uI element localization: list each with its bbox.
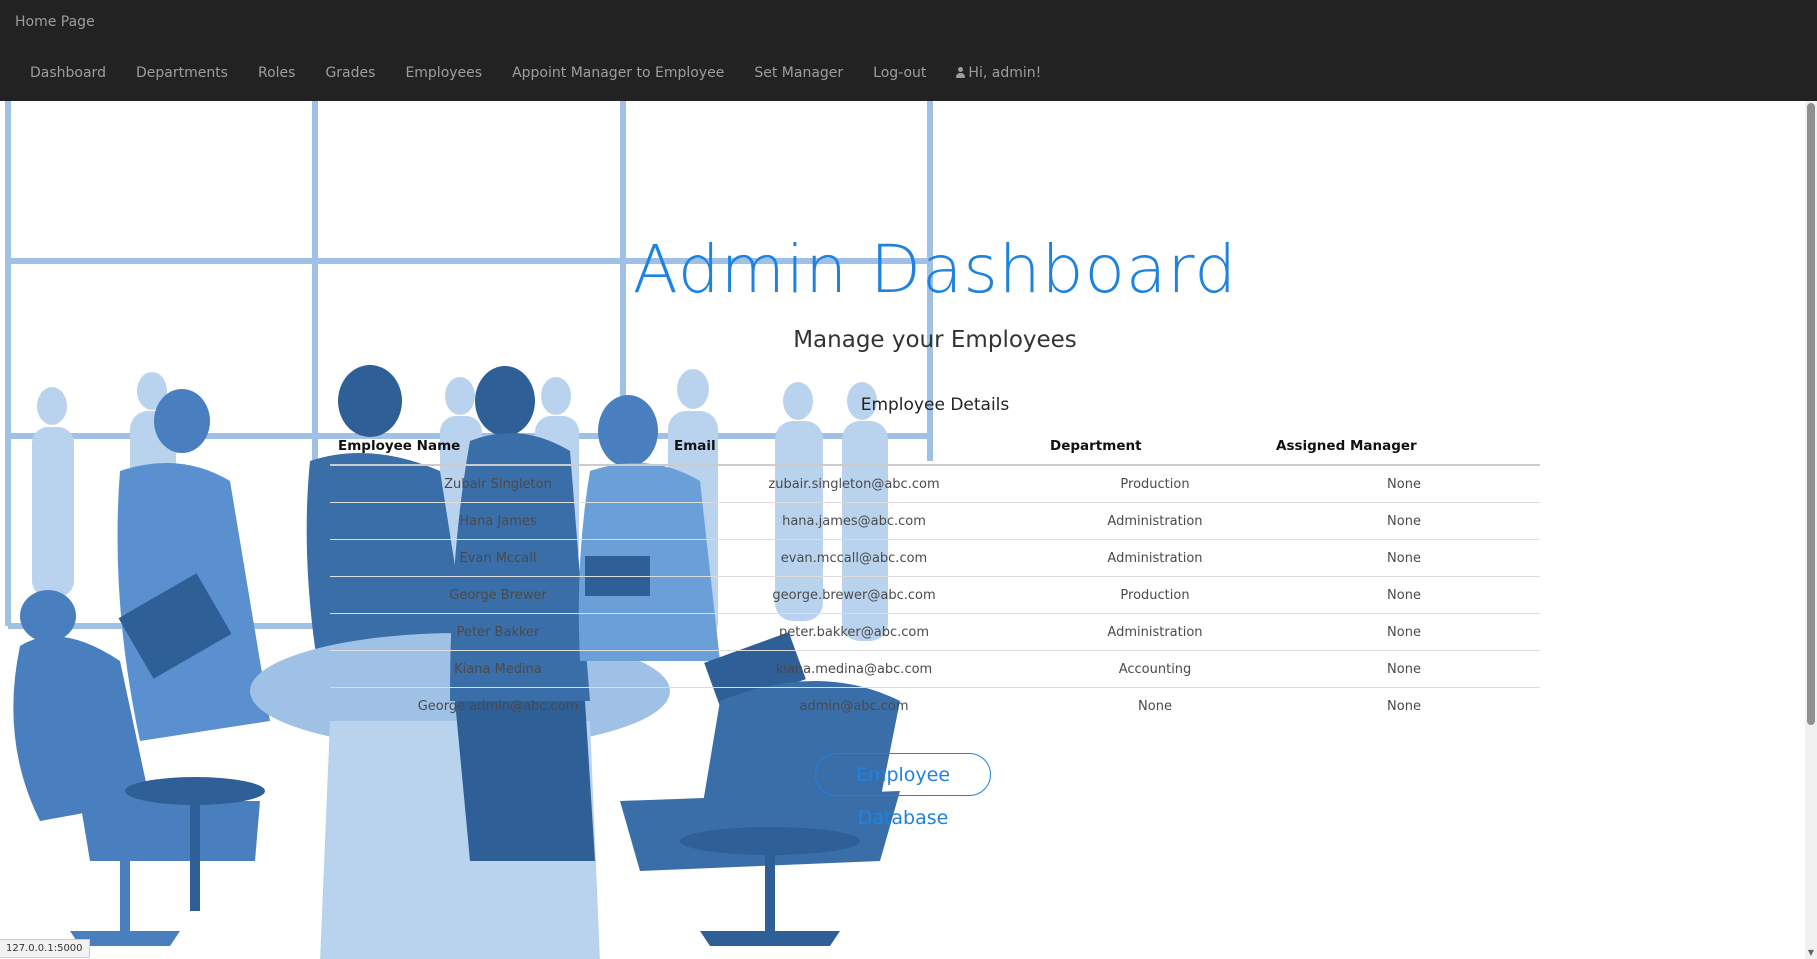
nav-user-greeting[interactable]: Hi, admin!	[941, 62, 1056, 84]
employee-table: Employee Name Email Department Assigned …	[330, 428, 1540, 724]
cell-name: Peter Bakker	[330, 613, 666, 651]
nav-employees[interactable]: Employees	[390, 62, 497, 84]
col-employee-name: Employee Name	[330, 428, 666, 466]
cell-manager: None	[1268, 613, 1540, 651]
nav-set-manager[interactable]: Set Manager	[739, 62, 858, 84]
cell-manager: None	[1268, 687, 1540, 724]
table-row: Peter Bakker peter.bakker@abc.com Admini…	[330, 613, 1540, 651]
scrollbar-thumb[interactable]	[1807, 103, 1815, 725]
navbar-brand[interactable]: Home Page	[15, 14, 95, 30]
table-row: Hana James hana.james@abc.com Administra…	[330, 502, 1540, 540]
nav-departments[interactable]: Departments	[121, 62, 243, 84]
user-icon	[956, 67, 966, 78]
cell-name: Kiana Medina	[330, 650, 666, 688]
col-department: Department	[1042, 428, 1268, 466]
nav-grades[interactable]: Grades	[310, 62, 390, 84]
navbar: Home Page Dashboard Departments Roles Gr…	[0, 0, 1817, 101]
cell-manager: None	[1268, 502, 1540, 540]
cell-manager: None	[1268, 539, 1540, 577]
cell-name: George admin@abc.com	[330, 687, 666, 724]
table-row: Zubair Singleton zubair.singleton@abc.co…	[330, 464, 1540, 503]
cell-name: Hana James	[330, 502, 666, 540]
col-email: Email	[666, 428, 1042, 466]
cell-department: Accounting	[1042, 650, 1268, 688]
cell-department: Administration	[1042, 502, 1268, 540]
nav-logout[interactable]: Log-out	[858, 62, 941, 84]
nav-dashboard[interactable]: Dashboard	[15, 62, 121, 84]
table-row: Evan Mccall evan.mccall@abc.com Administ…	[330, 539, 1540, 577]
cell-manager: None	[1268, 464, 1540, 503]
table-caption: Employee Details	[860, 395, 1010, 415]
page-subtitle: Manage your Employees	[793, 327, 1077, 353]
scroll-down-arrow-icon[interactable]: ▼	[1805, 949, 1817, 957]
table-row: Kiana Medina kiana.medina@abc.com Accoun…	[330, 650, 1540, 688]
cell-manager: None	[1268, 576, 1540, 614]
cell-department: Production	[1042, 464, 1268, 503]
cell-department: Administration	[1042, 539, 1268, 577]
cell-email: george.brewer@abc.com	[666, 576, 1042, 614]
cell-name: Zubair Singleton	[330, 464, 666, 503]
cell-email: zubair.singleton@abc.com	[666, 464, 1042, 503]
cell-department: None	[1042, 687, 1268, 724]
cell-department: Administration	[1042, 613, 1268, 651]
nav-appoint-manager[interactable]: Appoint Manager to Employee	[497, 62, 739, 84]
table-row: George admin@abc.com admin@abc.com None …	[330, 687, 1540, 724]
table-row: George Brewer george.brewer@abc.com Prod…	[330, 576, 1540, 614]
col-assigned-manager: Assigned Manager	[1268, 428, 1540, 466]
nav-roles[interactable]: Roles	[243, 62, 310, 84]
page-title: Admin Dashboard	[632, 231, 1238, 308]
vertical-scrollbar[interactable]: ▼	[1805, 101, 1817, 959]
cell-name: Evan Mccall	[330, 539, 666, 577]
user-greeting-text: Hi, admin!	[968, 65, 1042, 81]
cell-email: evan.mccall@abc.com	[666, 539, 1042, 577]
cell-email: peter.bakker@abc.com	[666, 613, 1042, 651]
cell-email: hana.james@abc.com	[666, 502, 1042, 540]
cell-name: George Brewer	[330, 576, 666, 614]
cell-email: admin@abc.com	[666, 687, 1042, 724]
nav-links: Dashboard Departments Roles Grades Emplo…	[15, 62, 1056, 84]
cell-manager: None	[1268, 650, 1540, 688]
employee-database-button[interactable]: Employee Database	[815, 753, 991, 829]
table-header-row: Employee Name Email Department Assigned …	[330, 428, 1540, 466]
main-content: Admin Dashboard Manage your Employees Em…	[0, 101, 1805, 959]
status-bar-url: 127.0.0.1:5000	[0, 939, 90, 958]
cell-email: kiana.medina@abc.com	[666, 650, 1042, 688]
cell-department: Production	[1042, 576, 1268, 614]
